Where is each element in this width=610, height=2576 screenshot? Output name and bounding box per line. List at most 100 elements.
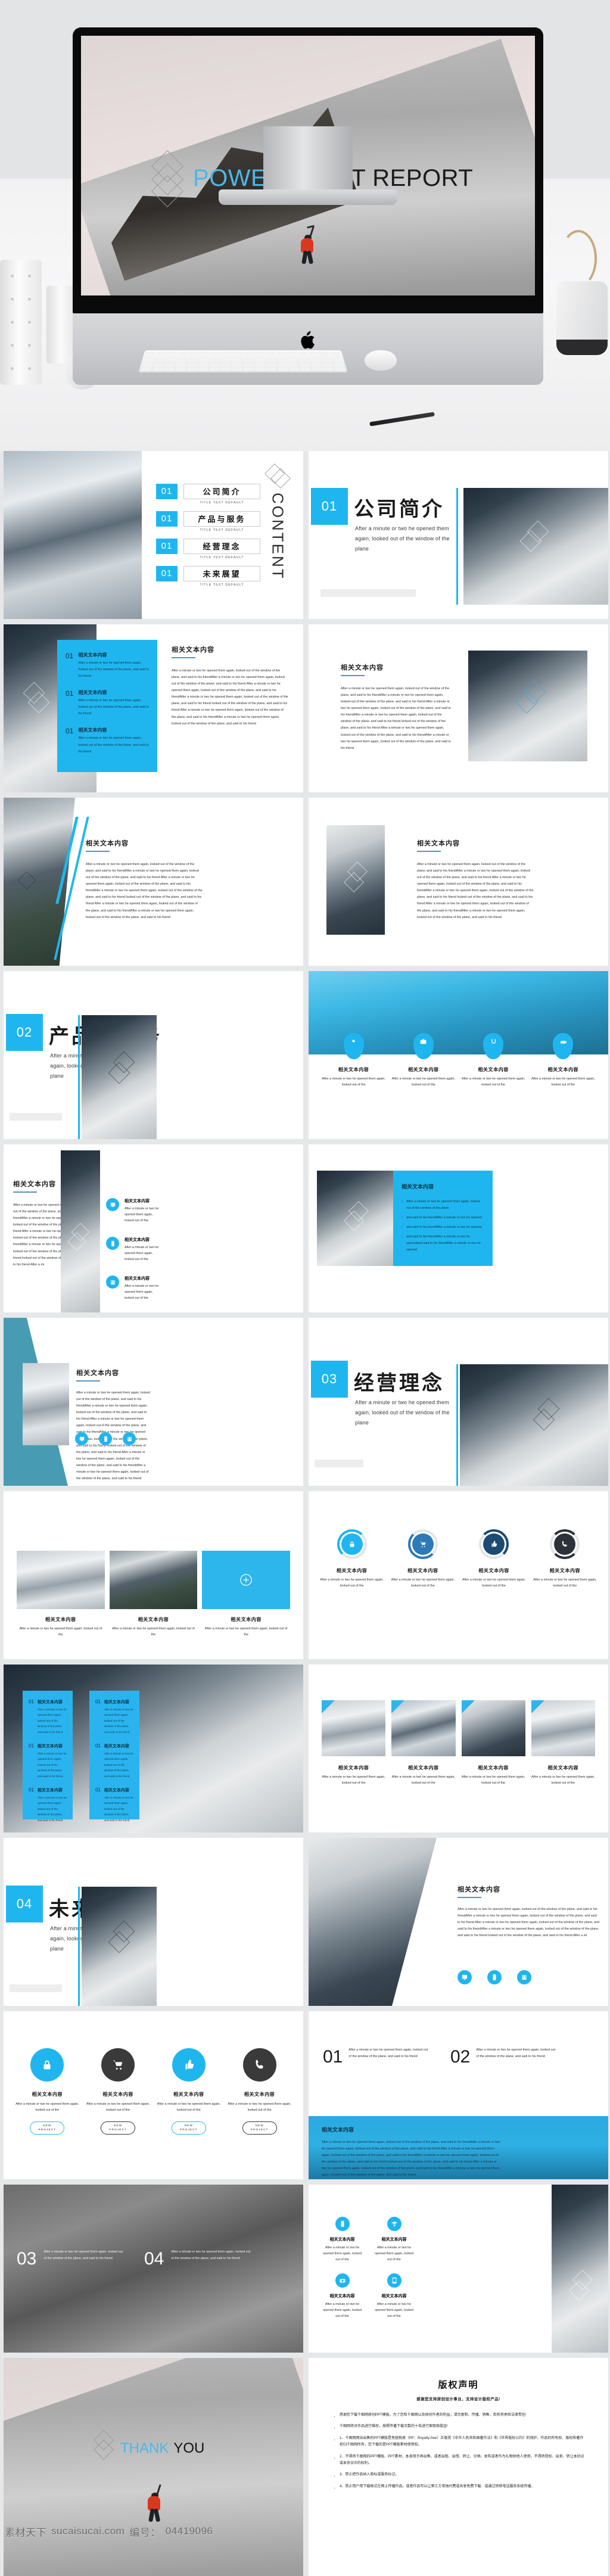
icon-list-item[interactable]: 相关文本内容 After a minute or two he opened t… <box>106 1237 160 1262</box>
card-body: After a minute or two he opened them aga… <box>461 1775 525 1785</box>
card-body: After a minute or two he opened them aga… <box>461 1077 525 1087</box>
slide-image-blue-bullets[interactable]: 相关文本内容 › After a minute or two he opened … <box>309 1144 608 1312</box>
photo-card[interactable]: 相关文本内容 After a minute or two he opened t… <box>391 1700 456 1786</box>
icon-button-card[interactable]: 相关文本内容 After a minute or two he opened t… <box>86 2048 150 2135</box>
item-body: After a minute or two he opened them aga… <box>78 661 149 679</box>
photo-card[interactable]: 相关文本内容 After a minute or two he opened t… <box>322 1700 386 1786</box>
photo-card[interactable]: 相关文本内容 After a minute or two he opened t… <box>531 1700 595 1786</box>
new-project-button[interactable]: NEW PROJECT <box>171 2121 206 2135</box>
item-body: After a minute or two he opened them aga… <box>78 699 149 716</box>
slide-text-image-icons[interactable]: 相关文本内容 After a minute or two he opened t… <box>4 1144 303 1312</box>
slide-row: THANK YOU 版权声明 感谢您支持原创设计事业，支持设计版权产品! 感谢您… <box>4 2358 608 2576</box>
thank-you-rest: YOU <box>173 2440 205 2456</box>
slide-two-blue-columns[interactable]: 01 相关文本内容 After a minute or two he opened… <box>4 1665 303 1833</box>
add-card[interactable] <box>202 1551 291 1609</box>
mobile-icon[interactable] <box>99 1432 112 1445</box>
pin-card[interactable]: 相关文本内容 After a minute or two he opened t… <box>322 1033 385 1088</box>
item-number: 01 <box>95 1699 101 1704</box>
content-row[interactable]: 01 经营理念 TITLE TEXT DEFAULT <box>156 538 260 559</box>
image-card[interactable]: 相关文本内容 After a minute or two he opened t… <box>17 1551 105 1638</box>
item-body: After a minute or two he opened them aga… <box>37 1796 67 1822</box>
section-subtitle: After a minute or two he opened them aga… <box>355 525 450 552</box>
slide-diagonal-peak-text[interactable]: 相关文本内容 After a minute or two he opened t… <box>309 1838 608 2006</box>
slide-image-left-text-right[interactable]: 相关文本内容 After a minute or two he opened t… <box>309 798 608 966</box>
item-body: After a minute or two he opened them aga… <box>374 2303 414 2318</box>
icon-grid-item[interactable]: 相关文本内容 After a minute or two he opened t… <box>372 2273 416 2319</box>
content-item-label: 未来展望 <box>183 565 260 581</box>
item-title: 相关文本内容 <box>104 1700 129 1704</box>
card-body: After a minute or two he opened them aga… <box>228 2102 291 2112</box>
new-project-button[interactable]: NEW PROJECT <box>242 2121 277 2135</box>
watermark-id-value: 04419096 <box>165 2525 213 2537</box>
ring-card[interactable]: 相关文本内容 After a minute or two he opened t… <box>462 1529 527 1589</box>
slide-four-icons-buttons[interactable]: 相关文本内容 After a minute or two he opened t… <box>4 2011 303 2179</box>
card-title: 相关文本内容 <box>547 1067 579 1072</box>
new-project-button[interactable]: NEW PROJECT <box>30 2121 65 2135</box>
pin-card[interactable]: 相关文本内容 After a minute or two he opened t… <box>391 1033 455 1088</box>
item-body: After a minute or two he opened them aga… <box>322 2246 362 2261</box>
slide-icon-grid-image[interactable]: 相关文本内容 After a minute or two he opened t… <box>309 2185 608 2353</box>
image-card[interactable]: 相关文本内容 After a minute or two he opened t… <box>109 1551 198 1638</box>
mobile-icon <box>106 1237 119 1250</box>
slide-three-image-cards[interactable]: 相关文本内容 After a minute or two he opened t… <box>4 1491 303 1659</box>
content-item-sub: TITLE TEXT DEFAULT <box>200 528 244 532</box>
pin-card[interactable]: 相关文本内容 After a minute or two he opened t… <box>531 1033 595 1088</box>
slide-copyright[interactable]: 版权声明 感谢您支持原创设计事业，支持设计版权产品! 感谢您下载千图网原创PPT… <box>309 2358 608 2576</box>
icon-item-body: After a minute or two he opened them aga… <box>125 1284 159 1300</box>
monitor-icon[interactable] <box>75 1432 88 1445</box>
slide-dark-numbers[interactable]: 03 After a minute or two he opened them … <box>4 2185 303 2353</box>
slide-section-02[interactable]: 02 产品与服务 After a minute or two he opened… <box>4 971 303 1139</box>
slide-four-photo-cards[interactable]: 相关文本内容 After a minute or two he opened t… <box>309 1665 608 1833</box>
mobile-icon[interactable] <box>487 1970 502 1984</box>
content-row[interactable]: 01 公司简介 TITLE TEXT DEFAULT <box>156 483 260 505</box>
watermark-id-label: 编号： <box>129 2527 161 2538</box>
card-title: 相关文本内容 <box>32 2092 63 2097</box>
numbered-block: 01 After a minute or two he opened them … <box>323 2047 430 2067</box>
card-body: After a minute or two he opened them aga… <box>86 2102 150 2112</box>
slide-four-ring-icons[interactable]: 相关文本内容 After a minute or two he opened t… <box>309 1491 608 1659</box>
slide-triangle-accent[interactable]: 相关文本内容 After a minute or two he opened t… <box>4 1318 303 1486</box>
icon-list-item[interactable]: 相关文本内容 After a minute or two he opened t… <box>106 1198 160 1224</box>
slide-content-index[interactable]: 01 公司简介 TITLE TEXT DEFAULT 01 产品与服务 TITL… <box>4 451 303 619</box>
icon-button-card[interactable]: 相关文本内容 After a minute or two he opened t… <box>15 2048 79 2135</box>
icon-list-item[interactable]: 相关文本内容 After a minute or two he opened t… <box>106 1275 160 1301</box>
new-project-button[interactable]: NEW PROJECT <box>101 2121 136 2135</box>
slide-section-04[interactable]: 04 未来展望 After a minute or two he opened … <box>4 1838 303 2006</box>
slide-diagonal-image[interactable]: 相关文本内容 After a minute or two he opened t… <box>4 798 303 966</box>
item-body: After a minute or two he opened them aga… <box>37 1708 67 1734</box>
bullet-item: › and said to his friendAfter a minute or… <box>402 1235 481 1252</box>
image-card[interactable]: 相关文本内容 After a minute or two he opened t… <box>202 1551 291 1638</box>
monitor-icon[interactable] <box>458 1970 472 1984</box>
icon-button-card[interactable]: 相关文本内容 After a minute or two he opened t… <box>228 2048 291 2135</box>
pin-card[interactable]: 相关文本内容 After a minute or two he opened t… <box>462 1033 525 1088</box>
icon-grid-item[interactable]: 相关文本内容 After a minute or two he opened t… <box>320 2273 364 2319</box>
decor-teapot-handle <box>560 230 597 287</box>
card-title: 相关文本内容 <box>173 2092 204 2097</box>
building-icon[interactable] <box>517 1970 531 1984</box>
ring-progress <box>337 1529 367 1559</box>
building-icon[interactable] <box>123 1432 136 1445</box>
card-title: 相关文本内容 <box>408 1765 439 1771</box>
card-title: 相关文本内容 <box>408 1067 439 1072</box>
content-row[interactable]: 01 产品与服务 TITLE TEXT DEFAULT <box>156 511 260 532</box>
icon-button-card[interactable]: 相关文本内容 After a minute or two he opened t… <box>157 2048 221 2135</box>
slide-section-01[interactable]: 01 公司简介 After a minute or two he opened … <box>309 451 608 619</box>
imac-stand-foot <box>219 189 397 205</box>
content-row[interactable]: 01 未来展望 TITLE TEXT DEFAULT <box>156 565 260 587</box>
card-body: After a minute or two he opened them aga… <box>462 1578 526 1588</box>
slide-numbered-list-blue[interactable]: 01 相关文本内容 After a minute or two he opene… <box>4 624 303 792</box>
block-body: After a minute or two he opened them aga… <box>86 863 203 919</box>
icon-grid-item[interactable]: 相关文本内容 After a minute or two he opened t… <box>320 2217 364 2263</box>
slide-numbers-blue-band[interactable]: 01 After a minute or two he opened them … <box>309 2011 608 2179</box>
slide-four-pin-cards[interactable]: 相关文本内容 After a minute or two he opened t… <box>309 971 608 1139</box>
icon-grid-item[interactable]: 相关文本内容 After a minute or two he opened t… <box>372 2217 416 2263</box>
photo-card[interactable]: 相关文本内容 After a minute or two he opened t… <box>461 1700 525 1786</box>
ring-card[interactable]: 相关文本内容 After a minute or two he opened t… <box>390 1529 455 1589</box>
ring-card[interactable]: 相关文本内容 After a minute or two he opened t… <box>533 1529 597 1589</box>
mobile-icon <box>335 2217 350 2231</box>
slide-section-03[interactable]: 03 经营理念 After a minute or two he opened … <box>309 1318 608 1486</box>
slide-thank-you[interactable]: THANK YOU <box>4 2358 303 2576</box>
ring-card[interactable]: 相关文本内容 After a minute or two he opened t… <box>319 1529 384 1589</box>
section-title: 经营理念 <box>354 1372 444 1395</box>
slide-text-left-image-right[interactable]: 相关文本内容 After a minute or two he opened t… <box>309 624 608 792</box>
